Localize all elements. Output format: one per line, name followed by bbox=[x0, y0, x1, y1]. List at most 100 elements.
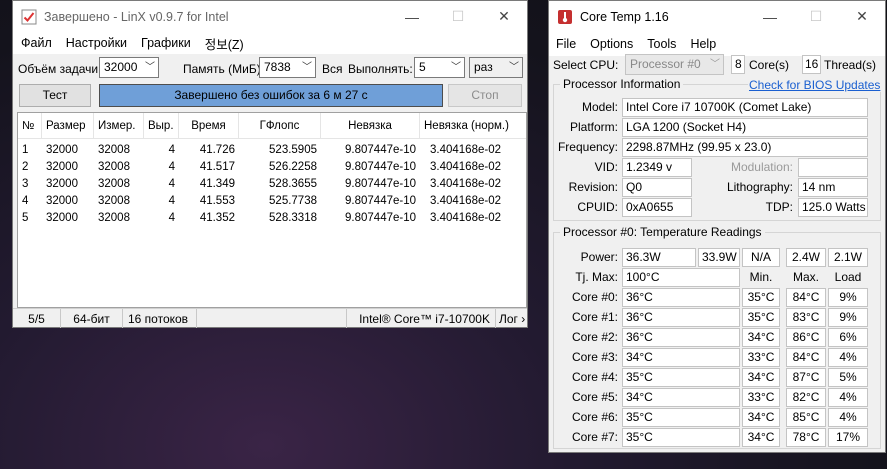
cell-index: 3 bbox=[22, 178, 29, 190]
log-button[interactable]: Лог › bbox=[496, 309, 527, 328]
core-max: 86°C bbox=[786, 328, 826, 347]
cell-gflops: 523.5905 bbox=[269, 144, 317, 156]
core-load: 4% bbox=[828, 408, 868, 427]
core-min: 35°C bbox=[742, 288, 780, 307]
cell-gflops: 528.3318 bbox=[269, 212, 317, 224]
table-row[interactable]: 2 32000 32008 4 41.517 526.2258 9.807447… bbox=[18, 159, 526, 176]
table-row[interactable]: 3 32000 32008 4 41.349 528.3655 9.807447… bbox=[18, 176, 526, 193]
table-row[interactable]: 5 32000 32008 4 41.352 528.3318 9.807447… bbox=[18, 210, 526, 227]
status-spacer bbox=[197, 309, 347, 328]
cell-time: 41.517 bbox=[199, 161, 235, 173]
coretemp-titlebar[interactable]: Core Temp 1.16 — ☐ ✕ bbox=[549, 1, 885, 32]
threads-count: 16 bbox=[802, 55, 821, 74]
model-value: Intel Core i7 10700K (Comet Lake) bbox=[622, 98, 868, 117]
cell-align: 4 bbox=[168, 144, 175, 156]
core-min: 34°C bbox=[742, 408, 780, 427]
core-max: 78°C bbox=[786, 428, 826, 447]
stop-button[interactable]: Стоп bbox=[448, 84, 522, 107]
linx-menubar: Файл Настройки Графики 정보(Z) bbox=[13, 32, 527, 54]
minimize-button[interactable]: — bbox=[747, 1, 793, 32]
threads-label: Thread(s) bbox=[824, 58, 877, 72]
col-header[interactable]: Невязка bbox=[321, 113, 420, 138]
maximize-button[interactable]: ☐ bbox=[435, 1, 481, 32]
coretemp-title: Core Temp 1.16 bbox=[580, 9, 669, 24]
close-button[interactable]: ✕ bbox=[481, 1, 527, 32]
core-load: 6% bbox=[828, 328, 868, 347]
lithography-value: 14 nm bbox=[798, 178, 868, 197]
cell-size: 32000 bbox=[46, 144, 78, 156]
col-header[interactable]: ГФлопс bbox=[239, 113, 321, 138]
status-count: 5/5 bbox=[13, 309, 61, 328]
core-temp: 35°C bbox=[622, 428, 740, 447]
task-size-combo[interactable]: 32000 ﹀ bbox=[99, 57, 159, 78]
bios-updates-link[interactable]: Check for BIOS Updates bbox=[748, 78, 882, 92]
core-temp: 34°C bbox=[622, 348, 740, 367]
menu-tools[interactable]: Tools bbox=[640, 37, 683, 51]
cell-residual-norm: 3.404168e-02 bbox=[430, 161, 501, 173]
platform-value: LGA 1200 (Socket H4) bbox=[622, 118, 868, 137]
core-load: 4% bbox=[828, 348, 868, 367]
cell-gflops: 525.7738 bbox=[269, 195, 317, 207]
menu-file[interactable]: File bbox=[549, 37, 583, 51]
col-header[interactable]: Размер bbox=[42, 113, 94, 138]
coretemp-menubar: File Options Tools Help bbox=[549, 32, 885, 56]
vid-value: 1.2349 v bbox=[622, 158, 692, 177]
cell-align: 4 bbox=[168, 195, 175, 207]
menu-help[interactable]: Help bbox=[683, 37, 723, 51]
runs-combo[interactable]: 5 ﹀ bbox=[414, 57, 465, 78]
cell-residual-norm: 3.404168e-02 bbox=[430, 195, 501, 207]
cell-gflops: 526.2258 bbox=[269, 161, 317, 173]
platform-label: Platform: bbox=[569, 120, 618, 134]
col-header[interactable]: Выр. bbox=[144, 113, 179, 138]
maximize-button[interactable]: ☐ bbox=[793, 1, 839, 32]
test-button[interactable]: Тест bbox=[19, 84, 91, 107]
core-max: 83°C bbox=[786, 308, 826, 327]
cores-count: 8 bbox=[731, 55, 745, 74]
col-header[interactable]: Невязка (норм.) bbox=[420, 113, 526, 138]
minimize-button[interactable]: — bbox=[389, 1, 435, 32]
menu-settings[interactable]: Настройки bbox=[59, 36, 134, 50]
col-header[interactable]: № bbox=[18, 113, 42, 138]
core-min: 33°C bbox=[742, 388, 780, 407]
menu-info[interactable]: 정보(Z) bbox=[198, 34, 251, 53]
core-load: 9% bbox=[828, 288, 868, 307]
close-icon: ✕ bbox=[856, 8, 868, 24]
cell-gflops: 528.3655 bbox=[269, 178, 317, 190]
progress-bar: Завершено без ошибок за 6 м 27 с bbox=[99, 84, 443, 107]
linx-titlebar[interactable]: Завершено - LinX v0.9.7 for Intel — ☐ ✕ bbox=[13, 1, 527, 32]
memory-combo[interactable]: 7838 ﹀ bbox=[259, 57, 316, 78]
core-label: Core #6: bbox=[571, 410, 618, 424]
col-header[interactable]: Время bbox=[179, 113, 239, 138]
select-cpu-combo[interactable]: Processor #0 ﹀ bbox=[625, 54, 724, 75]
core-label: Core #7: bbox=[571, 430, 618, 444]
close-button[interactable]: ✕ bbox=[839, 1, 885, 32]
all-memory-label[interactable]: Вся bbox=[322, 62, 343, 76]
cell-dim: 32008 bbox=[98, 178, 130, 190]
table-row[interactable]: 4 32000 32008 4 41.553 525.7738 9.807447… bbox=[18, 193, 526, 210]
col-min-header: Min. bbox=[749, 270, 773, 284]
menu-options[interactable]: Options bbox=[583, 37, 640, 51]
cell-align: 4 bbox=[168, 212, 175, 224]
core-min: 35°C bbox=[742, 308, 780, 327]
menu-graphs[interactable]: Графики bbox=[134, 36, 198, 50]
col-load-header: Load bbox=[834, 270, 862, 284]
core-min: 34°C bbox=[742, 428, 780, 447]
menu-file[interactable]: Файл bbox=[14, 36, 59, 50]
results-table[interactable]: № Размер Измер. Выр. Время ГФлопс Невязк… bbox=[17, 112, 527, 308]
task-size-label: Объём задачи: bbox=[18, 62, 102, 76]
col-header[interactable]: Измер. bbox=[94, 113, 144, 138]
modulation-label: Modulation: bbox=[730, 160, 793, 174]
core-temp: 35°C bbox=[622, 368, 740, 387]
power-dram: 2.1W bbox=[828, 248, 868, 267]
chevron-down-icon: ﹀ bbox=[710, 59, 720, 70]
minimize-icon: — bbox=[405, 8, 419, 25]
core-label: Core #1: bbox=[571, 310, 618, 324]
linx-title: Завершено - LinX v0.9.7 for Intel bbox=[44, 9, 229, 24]
cell-time: 41.726 bbox=[199, 144, 235, 156]
runs-value: 5 bbox=[419, 60, 426, 74]
select-cpu-label: Select CPU: bbox=[553, 58, 619, 72]
table-row[interactable]: 1 32000 32008 4 41.726 523.5905 9.807447… bbox=[18, 142, 526, 159]
cell-index: 1 bbox=[22, 144, 29, 156]
runs-unit-combo[interactable]: раз ﹀ bbox=[469, 57, 523, 78]
cell-dim: 32008 bbox=[98, 144, 130, 156]
